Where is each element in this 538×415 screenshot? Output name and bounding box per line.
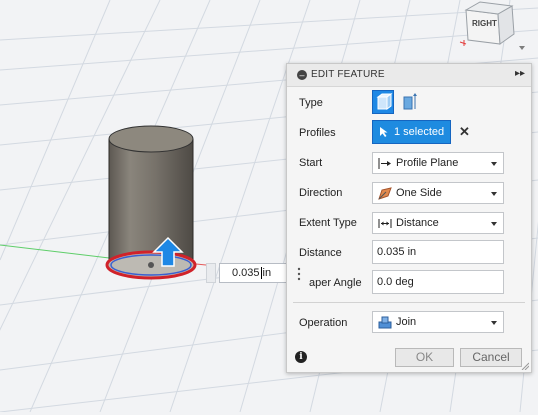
- direction-select[interactable]: One Side: [372, 182, 504, 204]
- distance-field[interactable]: 0.035 in: [372, 240, 504, 264]
- drag-dots-icon[interactable]: [297, 267, 301, 284]
- info-icon[interactable]: i: [295, 351, 307, 363]
- extent-type-value: Distance: [396, 217, 439, 229]
- viewcube-icon[interactable]: RIGHT: [456, 0, 526, 58]
- direction-value: One Side: [396, 187, 442, 199]
- operation-label: Operation: [299, 317, 348, 329]
- minus-circle-icon[interactable]: –: [297, 70, 307, 80]
- chevron-down-icon: [491, 222, 497, 226]
- resize-grip-icon[interactable]: [521, 362, 529, 370]
- operation-select[interactable]: Join: [372, 311, 504, 333]
- ok-button[interactable]: OK: [395, 348, 454, 367]
- distance-canvas-unit: in: [262, 267, 272, 279]
- edit-feature-dialog: – EDIT FEATURE ▸▸ Type Profiles 1 select…: [286, 63, 532, 373]
- dialog-title: EDIT FEATURE: [311, 69, 385, 80]
- taper-angle-label: aper Angle: [309, 277, 362, 289]
- close-icon[interactable]: ✕: [459, 124, 470, 140]
- viewcube-face-label: RIGHT: [472, 19, 497, 28]
- extrude-solid-icon[interactable]: [372, 90, 394, 114]
- profiles-selection-button[interactable]: 1 selected: [372, 120, 451, 144]
- cancel-button[interactable]: Cancel: [460, 348, 522, 367]
- profiles-label: Profiles: [299, 127, 336, 139]
- start-select[interactable]: Profile Plane: [372, 152, 504, 174]
- join-icon: [378, 316, 392, 329]
- chevron-right-double-icon[interactable]: ▸▸: [515, 68, 525, 79]
- dialog-divider: [293, 302, 525, 303]
- select-arrow-icon: [379, 126, 389, 141]
- extent-type-label: Extent Type: [299, 217, 357, 229]
- extrude-surface-icon[interactable]: [400, 90, 422, 114]
- distance-label: Distance: [299, 247, 342, 259]
- type-label: Type: [299, 97, 323, 109]
- start-label: Start: [299, 157, 323, 169]
- chevron-down-icon: [491, 162, 497, 166]
- distance-canvas-value: 0.035: [232, 267, 260, 279]
- selected-profile[interactable]: [105, 250, 197, 280]
- distance-extent-icon: [378, 217, 392, 230]
- chevron-down-icon: [491, 192, 497, 196]
- drag-handle[interactable]: [206, 263, 216, 283]
- chevron-down-icon: [491, 321, 497, 325]
- direction-label: Direction: [299, 187, 343, 199]
- start-value: Profile Plane: [396, 157, 459, 169]
- one-side-icon: [378, 187, 392, 200]
- cylinder-body[interactable]: [108, 125, 194, 262]
- profiles-value: 1 selected: [394, 126, 445, 138]
- extent-type-select[interactable]: Distance: [372, 212, 504, 234]
- operation-value: Join: [396, 316, 417, 328]
- dialog-header[interactable]: – EDIT FEATURE ▸▸: [287, 64, 531, 87]
- profile-plane-icon: [378, 157, 392, 170]
- taper-angle-field[interactable]: 0.0 deg: [372, 270, 504, 294]
